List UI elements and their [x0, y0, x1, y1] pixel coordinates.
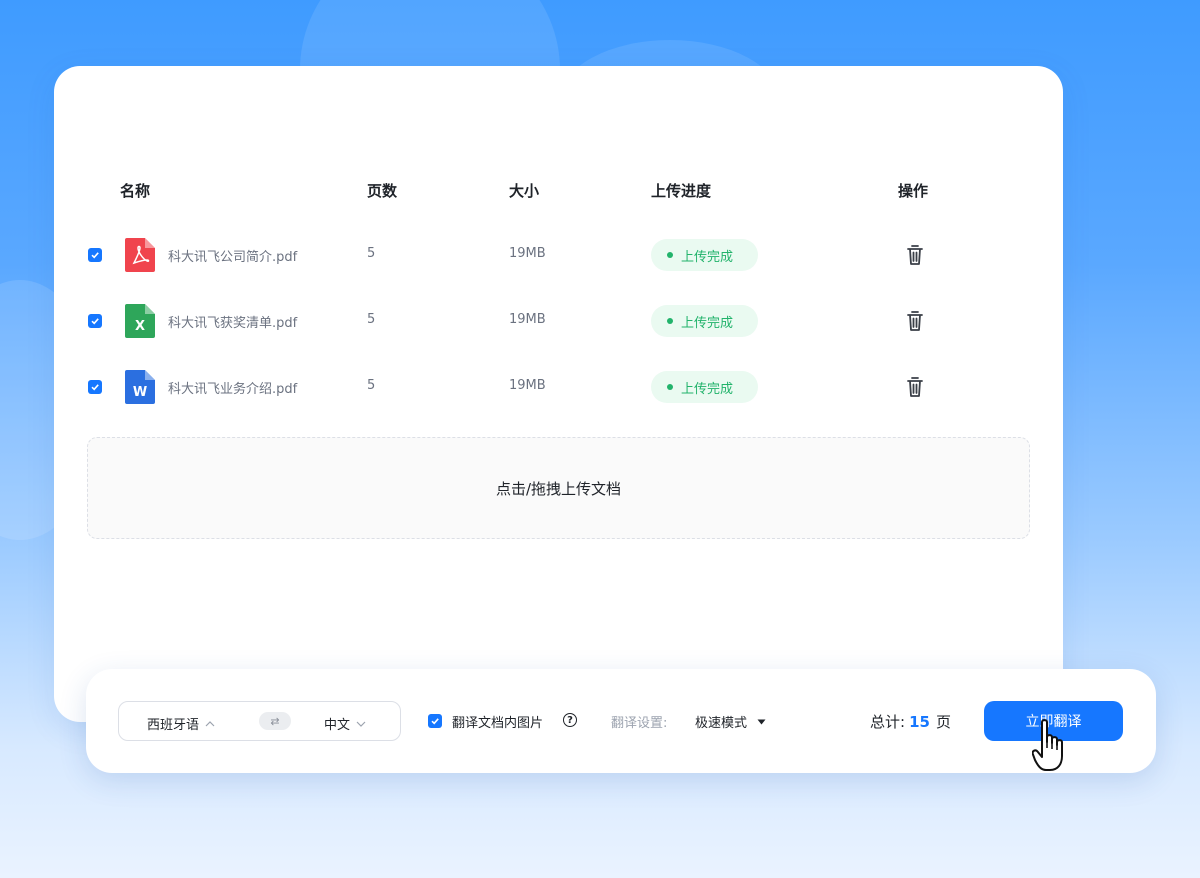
status-label: 上传完成	[681, 249, 734, 265]
translate-mode-select[interactable]: 极速模式	[695, 712, 766, 731]
upload-dropzone[interactable]: 点击/拖拽上传文档	[87, 437, 1030, 539]
help-icon[interactable]: ?	[563, 713, 577, 727]
hand-cursor-icon	[1032, 719, 1063, 771]
check-icon	[91, 252, 99, 259]
column-header-pages: 页数	[367, 182, 398, 200]
trash-icon[interactable]	[905, 310, 925, 332]
pdf-file-icon	[125, 238, 155, 272]
row-checkbox[interactable]	[88, 248, 102, 262]
source-language-select[interactable]: 西班牙语	[147, 714, 215, 733]
file-pages: 5	[367, 378, 376, 393]
target-language-label: 中文	[324, 718, 351, 733]
translate-images-label: 翻译文档内图片	[452, 716, 544, 731]
total-pages-count: 15	[909, 713, 930, 731]
translate-mode-value: 极速模式	[695, 716, 748, 731]
translate-images-checkbox[interactable]	[428, 714, 442, 728]
translate-settings-label: 翻译设置:	[611, 716, 668, 731]
status-label: 上传完成	[681, 315, 734, 331]
upload-label: 点击/拖拽上传文档	[495, 479, 622, 498]
status-label: 上传完成	[681, 381, 734, 397]
row-checkbox[interactable]	[88, 314, 102, 328]
word-file-icon: W	[125, 370, 155, 404]
total-unit: 页	[935, 713, 951, 731]
caret-down-icon	[757, 719, 766, 724]
total-pages: 总计: 15 页	[870, 711, 951, 732]
column-header-actions: 操作	[898, 182, 929, 200]
check-icon	[431, 718, 439, 725]
status-badge: 上传完成	[651, 371, 758, 403]
file-pages: 5	[367, 246, 376, 261]
file-name: 科大讯飞获奖清单.pdf	[168, 316, 298, 331]
file-size: 19MB	[509, 246, 546, 261]
check-icon	[91, 318, 99, 325]
chevron-up-icon	[205, 720, 215, 726]
language-selector: 西班牙语 ⇄ 中文	[118, 701, 401, 741]
excel-file-icon: X	[125, 304, 155, 338]
status-dot-icon	[667, 252, 673, 258]
status-badge: 上传完成	[651, 305, 758, 337]
total-label: 总计:	[870, 713, 906, 731]
check-icon	[91, 384, 99, 391]
file-name: 科大讯飞业务介绍.pdf	[168, 382, 298, 397]
source-language-label: 西班牙语	[147, 718, 200, 733]
file-name: 科大讯飞公司简介.pdf	[168, 250, 298, 265]
svg-text:W: W	[133, 385, 147, 400]
file-pages: 5	[367, 312, 376, 327]
swap-icon[interactable]: ⇄	[259, 712, 291, 730]
column-header-progress: 上传进度	[651, 182, 712, 200]
status-dot-icon	[667, 318, 673, 324]
file-size: 19MB	[509, 378, 546, 393]
svg-text:X: X	[135, 319, 145, 334]
status-dot-icon	[667, 384, 673, 390]
chevron-down-icon	[356, 721, 366, 727]
trash-icon[interactable]	[905, 376, 925, 398]
row-checkbox[interactable]	[88, 380, 102, 394]
status-badge: 上传完成	[651, 239, 758, 271]
column-header-size: 大小	[509, 182, 540, 200]
trash-icon[interactable]	[905, 244, 925, 266]
target-language-select[interactable]: 中文	[324, 714, 366, 733]
column-header-name: 名称	[120, 182, 151, 200]
file-size: 19MB	[509, 312, 546, 327]
